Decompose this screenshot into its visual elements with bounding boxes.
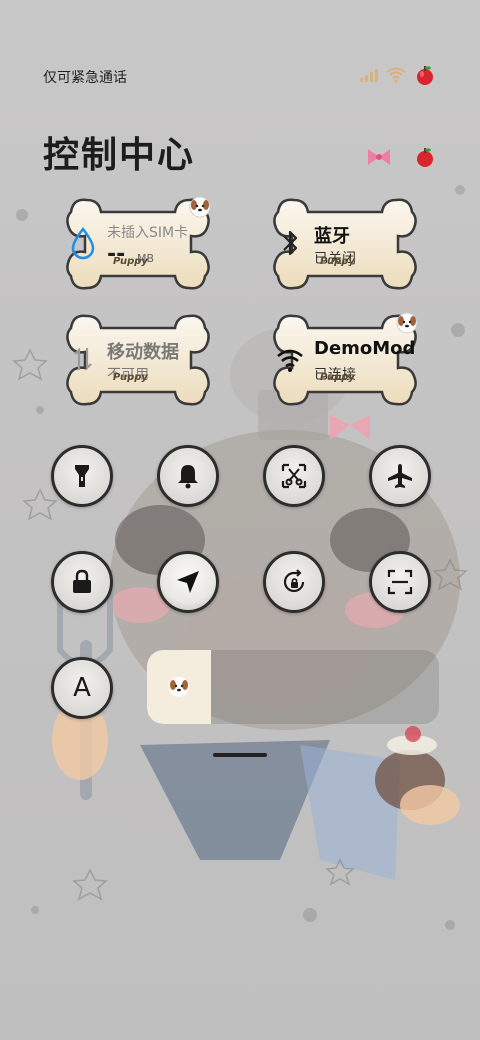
flashlight-toggle[interactable] <box>51 445 113 507</box>
dog-face-icon <box>189 196 211 218</box>
bell-icon <box>178 465 198 489</box>
apple-icon <box>417 148 433 167</box>
bluetooth-icon <box>283 230 298 256</box>
puppy-badge: Puppy <box>113 256 148 267</box>
puppy-badge: Puppy <box>320 372 355 383</box>
dog-face-icon <box>396 312 418 334</box>
wifi-network-name: DemoMode <box>314 338 414 359</box>
bluetooth-tile[interactable]: 蓝牙 已关闭 Puppy <box>270 196 420 292</box>
status-bar: 仅可紧急通话 <box>0 62 480 92</box>
signal-icon <box>360 68 378 82</box>
carrier-status-text: 仅可紧急通话 <box>43 70 127 86</box>
lock-toggle[interactable] <box>51 551 113 613</box>
lock-icon <box>73 569 91 593</box>
mute-toggle[interactable] <box>157 445 219 507</box>
wifi-icon <box>277 349 303 372</box>
dog-face-icon[interactable] <box>168 676 190 698</box>
flashlight-icon <box>75 465 89 487</box>
auto-brightness-toggle[interactable]: A <box>51 657 113 719</box>
location-arrow-icon <box>177 571 199 593</box>
brightness-slider[interactable] <box>147 650 439 724</box>
scissors-icon <box>281 463 307 489</box>
scanner-toggle[interactable] <box>369 551 431 613</box>
wifi-icon <box>386 67 406 83</box>
location-toggle[interactable] <box>157 551 219 613</box>
airplane-toggle[interactable] <box>369 445 431 507</box>
puppy-badge: Puppy <box>113 372 148 383</box>
puppy-badge: Puppy <box>320 256 355 267</box>
bow-icon <box>368 149 390 165</box>
mobile-data-label: 移动数据 <box>107 342 179 363</box>
mobile-data-tile[interactable]: 移动数据 不可用 Puppy <box>63 312 213 408</box>
mobile-data-arrows-icon <box>74 347 92 371</box>
scan-icon <box>387 569 413 595</box>
airplane-icon <box>388 464 412 488</box>
sim-status-text: 未插入SIM卡 <box>107 225 189 241</box>
status-icons <box>360 64 436 86</box>
screenshot-toggle[interactable] <box>263 445 325 507</box>
drag-handle[interactable] <box>213 753 267 757</box>
rotation-lock-icon <box>283 569 305 593</box>
bluetooth-label: 蓝牙 <box>314 226 350 247</box>
apple-icon <box>417 66 433 85</box>
data-usage-tile[interactable]: 未插入SIM卡 -- MB Puppy <box>63 196 213 292</box>
title-decorations <box>366 146 436 168</box>
page-title: 控制中心 <box>43 135 196 176</box>
rotation-lock-toggle[interactable] <box>263 551 325 613</box>
wifi-tile[interactable]: DemoMode 已连接 Puppy <box>270 312 420 408</box>
water-drop-icon <box>71 226 95 260</box>
auto-brightness-icon: A <box>73 673 91 703</box>
